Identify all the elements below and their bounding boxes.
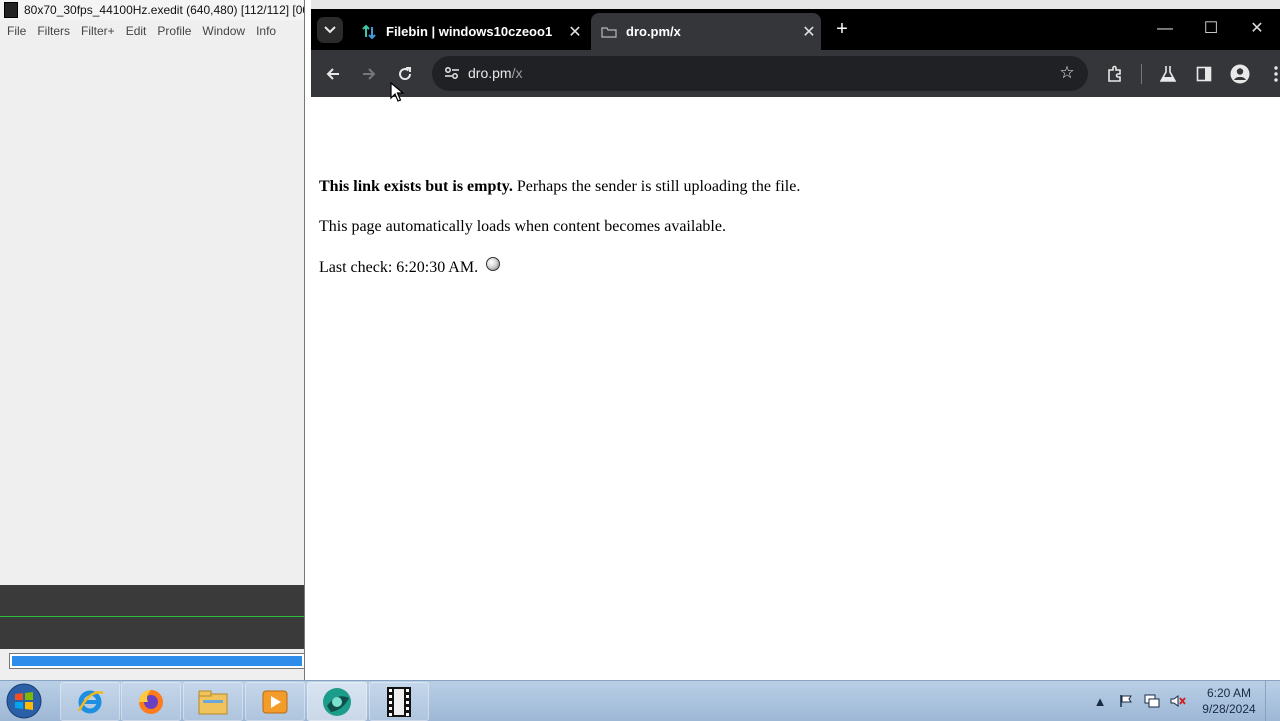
internet-explorer-icon bbox=[77, 690, 104, 713]
editor-menubar: File Filters Filter+ Edit Profile Window… bbox=[0, 20, 304, 42]
minimize-button[interactable]: — bbox=[1142, 9, 1188, 50]
taskbar-media-player[interactable] bbox=[245, 682, 305, 721]
menu-filters[interactable]: Filters bbox=[32, 24, 76, 38]
taskbar-firefox[interactable] bbox=[121, 682, 181, 721]
menu-window[interactable]: Window bbox=[197, 24, 251, 38]
menu-edit[interactable]: Edit bbox=[121, 24, 153, 38]
tab-title: Filebin | windows10czeoo1 bbox=[386, 24, 553, 39]
timeline-track-line bbox=[0, 616, 304, 617]
mouse-cursor-icon bbox=[390, 82, 404, 102]
editor-progress-area bbox=[0, 649, 304, 680]
tab-search-button[interactable] bbox=[317, 17, 343, 43]
site-settings-icon[interactable] bbox=[438, 59, 466, 87]
tab-close-icon[interactable]: ✕ bbox=[563, 22, 587, 42]
page-content: This link exists but is empty. Perhaps t… bbox=[311, 97, 1280, 680]
arrow-right-icon bbox=[363, 68, 376, 80]
menu-info[interactable]: Info bbox=[251, 24, 282, 38]
media-player-icon bbox=[262, 690, 288, 713]
browser-toolbar: dro.pm/x ☆ bbox=[311, 50, 1280, 97]
chevron-down-icon bbox=[324, 26, 336, 34]
reload-icon bbox=[399, 67, 412, 81]
firefox-icon bbox=[139, 689, 163, 714]
tray-expand-icon[interactable]: ▲ bbox=[1088, 689, 1112, 713]
menu-filter-plus[interactable]: Filter+ bbox=[76, 24, 121, 38]
extensions-button[interactable] bbox=[1101, 60, 1129, 88]
forward-button[interactable] bbox=[355, 60, 383, 88]
taskbar: ▲ 6:20 AM 9/28/2024 bbox=[0, 680, 1280, 721]
maximize-button[interactable]: ☐ bbox=[1188, 9, 1234, 50]
browser-window: Filebin | windows10czeoo1 ✕ dro.pm/x ✕ +… bbox=[311, 0, 1280, 680]
progress-fill bbox=[12, 656, 302, 666]
bookmark-star-icon[interactable]: ☆ bbox=[1054, 60, 1080, 86]
editor-titlebar: 80x70_30fps_44100Hz.exedit (640,480) [11… bbox=[0, 0, 304, 20]
url-path: /x bbox=[511, 65, 523, 81]
menu-profile[interactable]: Profile bbox=[152, 24, 197, 38]
side-panel-button[interactable] bbox=[1190, 60, 1218, 88]
address-bar[interactable]: dro.pm/x ☆ bbox=[432, 56, 1088, 91]
tab-filebin[interactable]: Filebin | windows10czeoo1 ✕ bbox=[351, 13, 587, 50]
start-button[interactable] bbox=[4, 682, 44, 720]
film-icon bbox=[4, 2, 18, 18]
file-explorer-icon bbox=[198, 690, 228, 714]
network-icon[interactable] bbox=[1140, 689, 1164, 713]
system-tray: ▲ 6:20 AM 9/28/2024 bbox=[1087, 681, 1280, 721]
taskbar-internet-explorer[interactable] bbox=[60, 682, 120, 721]
auto-load-message: This page automatically loads when conte… bbox=[319, 218, 726, 235]
action-center-flag-icon[interactable] bbox=[1114, 689, 1138, 713]
toolbar-divider bbox=[1141, 64, 1142, 84]
tab-dro-pm[interactable]: dro.pm/x ✕ bbox=[591, 13, 821, 50]
taskbar-file-explorer[interactable] bbox=[183, 682, 243, 721]
tab-title: dro.pm/x bbox=[626, 24, 681, 39]
filebin-arrows-icon bbox=[361, 24, 377, 40]
url-host: dro.pm bbox=[468, 65, 512, 81]
empty-link-bold: This link exists but is empty. bbox=[319, 178, 513, 195]
film-strip-icon bbox=[387, 686, 411, 717]
profile-button[interactable] bbox=[1226, 60, 1254, 88]
tab-close-icon[interactable]: ✕ bbox=[797, 22, 821, 42]
folder-icon bbox=[601, 24, 617, 40]
menu-file[interactable]: File bbox=[2, 24, 32, 38]
taskbar-video-editor[interactable] bbox=[369, 682, 429, 721]
new-tab-button[interactable]: + bbox=[829, 16, 855, 42]
last-check-line: Last check: 6:20:30 AM. bbox=[319, 257, 501, 277]
volume-muted-icon[interactable] bbox=[1166, 689, 1190, 713]
menu-button[interactable] bbox=[1262, 60, 1280, 88]
clock-date: 9/28/2024 bbox=[1202, 702, 1256, 716]
side-panel-icon bbox=[1196, 66, 1212, 82]
tab-strip: Filebin | windows10czeoo1 ✕ dro.pm/x ✕ +… bbox=[311, 9, 1280, 50]
url-text[interactable]: dro.pm/x bbox=[468, 65, 522, 81]
avatar-icon bbox=[1230, 64, 1250, 84]
empty-link-message: This link exists but is empty. Perhaps t… bbox=[319, 178, 800, 196]
taskbar-browser[interactable] bbox=[307, 682, 367, 721]
arrow-left-icon bbox=[326, 68, 339, 80]
close-window-button[interactable]: ✕ bbox=[1234, 9, 1280, 50]
chrome-like-icon bbox=[323, 687, 351, 716]
back-button[interactable] bbox=[319, 60, 347, 88]
clock-time: 6:20 AM bbox=[1206, 686, 1252, 700]
window-top-edge bbox=[311, 0, 1280, 9]
labs-button[interactable] bbox=[1154, 60, 1182, 88]
flask-icon bbox=[1160, 66, 1176, 82]
loading-indicator-icon bbox=[486, 257, 501, 271]
puzzle-icon bbox=[1108, 65, 1121, 82]
editor-window: 80x70_30fps_44100Hz.exedit (640,480) [11… bbox=[0, 0, 305, 680]
empty-link-detail: Perhaps the sender is still uploading th… bbox=[512, 178, 801, 195]
editor-title: 80x70_30fps_44100Hz.exedit (640,480) [11… bbox=[24, 3, 304, 17]
windows-logo-icon bbox=[6, 683, 42, 719]
show-desktop-button[interactable] bbox=[1265, 681, 1280, 721]
editor-timeline[interactable] bbox=[0, 585, 304, 649]
progress-bar bbox=[9, 653, 304, 669]
system-clock[interactable]: 6:20 AM 9/28/2024 bbox=[1197, 685, 1261, 717]
kebab-menu-icon bbox=[1274, 66, 1278, 82]
window-controls: — ☐ ✕ bbox=[1142, 9, 1280, 50]
last-check-text: Last check: 6:20:30 AM. bbox=[319, 259, 479, 276]
